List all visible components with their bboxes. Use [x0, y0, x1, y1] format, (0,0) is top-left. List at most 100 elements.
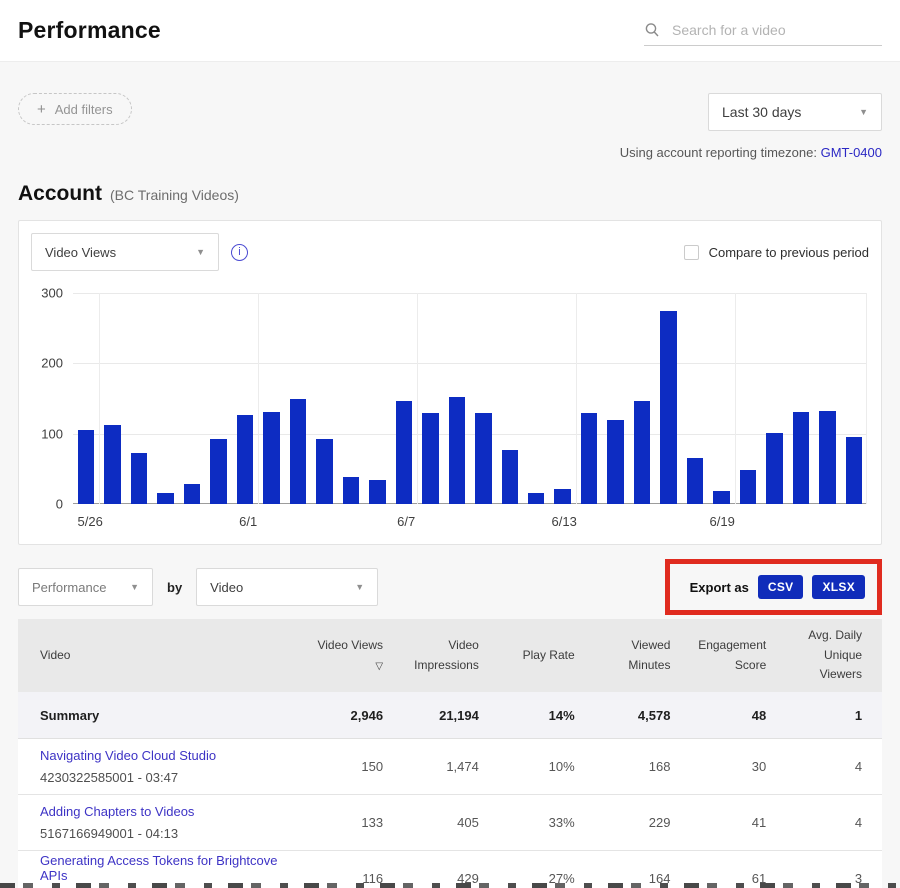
chart-bar[interactable]: [793, 412, 809, 504]
column-header-video[interactable]: Video: [18, 646, 307, 666]
by-label: by: [167, 580, 182, 595]
chart-bar[interactable]: [396, 401, 412, 504]
chart-bar[interactable]: [502, 450, 518, 504]
chart-bar[interactable]: [740, 470, 756, 504]
table-header-row: Video Video Views ▽ Video Impressions Pl…: [18, 619, 882, 692]
dimension-select[interactable]: Video ▼: [196, 568, 378, 606]
chart-bar[interactable]: [581, 413, 597, 504]
search-input[interactable]: [672, 22, 882, 38]
video-title-link[interactable]: Adding Chapters to Videos: [40, 804, 307, 819]
bar-chart: 300 200 100 0: [29, 293, 871, 504]
screenshot-cutoff-artifact: [0, 883, 900, 888]
info-icon[interactable]: i: [231, 244, 248, 261]
chart-bar[interactable]: [528, 493, 544, 504]
chart-bar[interactable]: [210, 439, 226, 504]
chart-bar[interactable]: [449, 397, 465, 504]
y-tick-label: 200: [41, 356, 63, 371]
cell-play-rate: 33%: [499, 815, 595, 830]
column-header-video-impressions[interactable]: Video Impressions: [403, 636, 499, 676]
chevron-down-icon: ▼: [196, 247, 205, 257]
table-row: Adding Chapters to Videos 5167166949001 …: [18, 795, 882, 851]
chart-bar[interactable]: [660, 311, 676, 504]
chart-bar[interactable]: [237, 415, 253, 504]
cell-play-rate: 10%: [499, 759, 595, 774]
column-header-play-rate[interactable]: Play Rate: [499, 646, 595, 666]
filters-row: + Add filters Last 30 days ▼ Using accou…: [18, 93, 882, 160]
account-title: Account: [18, 182, 102, 206]
table-controls: Performance ▼ by Video ▼ Export as CSV X…: [18, 559, 882, 615]
compare-checkbox[interactable]: [684, 245, 699, 260]
annotation-highlight-box: Export as CSV XLSX: [665, 559, 882, 615]
chart-bar[interactable]: [104, 425, 120, 504]
chart-card: Video Views ▼ i Compare to previous peri…: [18, 220, 882, 545]
summary-video-views: 2,946: [307, 708, 403, 723]
cell-avg-daily-unique-viewers: 4: [786, 759, 882, 774]
metric-select[interactable]: Video Views ▼: [31, 233, 219, 271]
chart-bar[interactable]: [157, 493, 173, 504]
column-header-engagement-score[interactable]: Engagement Score: [690, 636, 786, 676]
chart-bar[interactable]: [846, 437, 862, 504]
y-tick-label: 0: [56, 497, 63, 512]
page-title: Performance: [18, 17, 161, 44]
chart-bar[interactable]: [343, 477, 359, 504]
date-range-value: Last 30 days: [722, 104, 801, 120]
chart-bar[interactable]: [290, 399, 306, 505]
summary-row: Summary 2,946 21,194 14% 4,578 48 1: [18, 692, 882, 739]
chart-bar[interactable]: [687, 458, 703, 504]
chart-bar[interactable]: [607, 420, 623, 504]
video-id-duration: 5167166949001 - 04:13: [40, 826, 307, 841]
cell-video-views: 133: [307, 815, 403, 830]
chart-bars: [73, 293, 867, 504]
timezone-text: Using account reporting timezone:: [620, 145, 821, 160]
performance-table: Video Video Views ▽ Video Impressions Pl…: [18, 619, 882, 888]
column-header-viewed-minutes[interactable]: Viewed Minutes: [595, 636, 691, 676]
metric-value: Video Views: [45, 245, 116, 260]
chart-bar[interactable]: [316, 439, 332, 504]
y-axis: 300 200 100 0: [29, 293, 73, 504]
column-header-avg-daily-unique-viewers[interactable]: Avg. Daily Unique Viewers: [786, 626, 882, 685]
chart-bar[interactable]: [263, 412, 279, 504]
cell-engagement-score: 41: [690, 815, 786, 830]
top-bar: Performance: [0, 0, 900, 62]
chart-bar[interactable]: [184, 484, 200, 504]
summary-engagement-score: 48: [690, 708, 786, 723]
chart-bar[interactable]: [819, 411, 835, 504]
account-heading: Account (BC Training Videos): [18, 182, 882, 206]
search-icon: [644, 22, 660, 38]
chart-bar[interactable]: [131, 453, 147, 504]
column-header-video-views[interactable]: Video Views ▽: [307, 636, 403, 676]
chart-bar[interactable]: [369, 480, 385, 504]
chevron-down-icon: ▼: [130, 582, 139, 592]
sort-descending-icon[interactable]: ▽: [375, 661, 383, 672]
add-filters-button[interactable]: + Add filters: [18, 93, 132, 125]
compare-label: Compare to previous period: [709, 245, 869, 260]
chart-bar[interactable]: [766, 433, 782, 504]
timezone-link[interactable]: GMT-0400: [821, 145, 882, 160]
search-box[interactable]: [644, 22, 882, 46]
summary-label: Summary: [18, 708, 307, 723]
chevron-down-icon: ▼: [355, 582, 364, 592]
x-tick-label: 6/1: [239, 514, 257, 529]
chart-bar[interactable]: [475, 413, 491, 504]
compare-toggle[interactable]: Compare to previous period: [684, 245, 869, 260]
video-title-link[interactable]: Navigating Video Cloud Studio: [40, 748, 307, 763]
chart-bar[interactable]: [78, 430, 94, 504]
export-csv-button[interactable]: CSV: [758, 575, 804, 599]
report-type-select[interactable]: Performance ▼: [18, 568, 153, 606]
cell-video-views: 150: [307, 759, 403, 774]
chart-bar[interactable]: [422, 413, 438, 504]
cell-viewed-minutes: 168: [595, 759, 691, 774]
chart-bar[interactable]: [634, 401, 650, 504]
export-xlsx-button[interactable]: XLSX: [812, 575, 865, 599]
chart-bar[interactable]: [713, 491, 729, 504]
y-tick-label: 100: [41, 426, 63, 441]
date-range-select[interactable]: Last 30 days ▼: [708, 93, 882, 131]
dimension-value: Video: [210, 580, 243, 595]
report-type-value: Performance: [32, 580, 106, 595]
x-tick-label: 5/26: [78, 514, 103, 529]
video-title-link[interactable]: Generating Access Tokens for Brightcove …: [40, 853, 307, 883]
timezone-note: Using account reporting timezone: GMT-04…: [620, 145, 882, 160]
cell-video-impressions: 405: [403, 815, 499, 830]
x-tick-label: 6/7: [397, 514, 415, 529]
chart-bar[interactable]: [554, 489, 570, 504]
